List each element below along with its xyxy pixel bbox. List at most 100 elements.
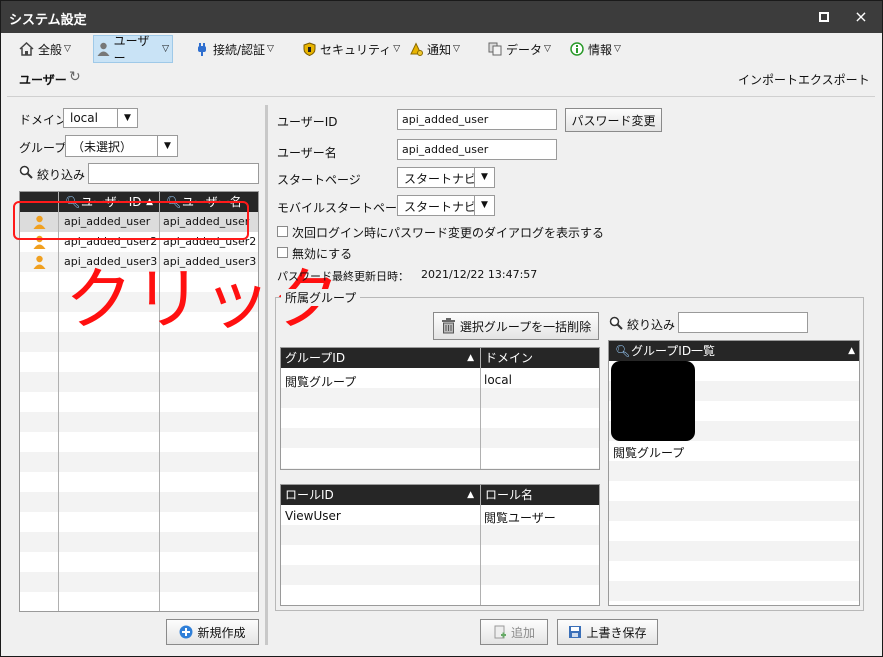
user-id-field[interactable]: api_added_user	[397, 109, 557, 130]
tab-users-label: ユーザー	[113, 34, 150, 65]
section-header: ユーザー ↻ インポート エクスポート	[1, 65, 882, 93]
search-icon	[609, 316, 623, 330]
tab-data-label: データ	[506, 42, 543, 57]
role-grid: ロールID ▲ ロール名 ViewUser 閲覧ユーザー	[280, 484, 600, 606]
start-page-select[interactable]: スタートナビ ▼	[397, 167, 495, 188]
home-icon	[19, 42, 34, 56]
mobile-start-page-label: モバイルスタートページ	[277, 201, 409, 215]
password-dialog-checkbox[interactable]	[277, 226, 288, 237]
close-button[interactable]: ×	[851, 7, 871, 27]
column-header-role-id[interactable]: ロールID ▲	[281, 485, 480, 505]
tab-general[interactable]: 全般 ▽	[16, 35, 74, 63]
group-filter-input[interactable]	[678, 312, 808, 333]
tab-connection-label: 接続/認証	[213, 42, 266, 57]
overwrite-save-button[interactable]: 上書き保存	[557, 619, 658, 645]
chevron-down-icon: ▽	[162, 44, 169, 54]
filter-label: 絞り込み	[37, 168, 86, 182]
chevron-down-icon: ▼	[474, 168, 494, 187]
disable-label: 無効にする	[292, 247, 353, 261]
new-user-button[interactable]: 新規作成	[166, 619, 259, 645]
column-header-role-name[interactable]: ロール名	[480, 485, 599, 505]
column-header-group-id[interactable]: グループID ▲	[281, 348, 480, 368]
tab-security-label: セキュリティ	[320, 42, 392, 57]
domain-value: local	[70, 111, 98, 125]
user-filter-input[interactable]	[88, 163, 259, 184]
chevron-down-icon: ▽	[64, 44, 71, 54]
add-doc-icon	[494, 625, 506, 639]
import-link[interactable]: インポート	[738, 71, 798, 88]
column-header-group-list[interactable]: 🔍︎ グループID一覧 ▲	[609, 341, 859, 361]
start-page-label: スタートページ	[277, 173, 361, 187]
maximize-icon	[819, 12, 829, 22]
mobile-start-page-select[interactable]: スタートナビ ▼	[397, 195, 495, 216]
tab-security[interactable]: セキュリティ ▽	[300, 35, 403, 63]
chevron-down-icon: ▽	[453, 44, 460, 54]
group-fieldset-legend: 所属グループ	[281, 289, 361, 306]
password-updated-label: パスワード最終更新日時：	[277, 270, 409, 283]
copy-icon	[488, 42, 502, 56]
tab-notification-label: 通知	[427, 42, 452, 57]
chevron-down-icon: ▼	[117, 109, 137, 127]
tab-users[interactable]: ユーザー ▽	[93, 34, 173, 65]
table-row[interactable]: ViewUser 閲覧ユーザー	[281, 506, 599, 526]
group-filter-label: 絞り込み	[627, 318, 676, 332]
trash-icon	[441, 318, 455, 334]
maximize-button[interactable]	[814, 7, 834, 27]
tab-notification[interactable]: 通知 ▽	[406, 35, 463, 63]
search-icon	[19, 165, 33, 179]
group-value: （未選択）	[72, 140, 133, 154]
divider	[7, 96, 875, 97]
group-select[interactable]: （未選択） ▼	[65, 135, 178, 157]
tab-info[interactable]: 情報 ▽	[567, 35, 624, 63]
user-icon	[97, 42, 110, 56]
domain-label: ドメイン	[19, 113, 68, 127]
list-item[interactable]: 閲覧グループ	[609, 441, 859, 461]
tab-info-label: 情報	[588, 42, 613, 57]
password-dialog-label: 次回ログイン時にパスワード変更のダイアログを表示する	[292, 226, 605, 240]
shield-icon	[303, 42, 316, 56]
chevron-down-icon: ▽	[544, 44, 551, 54]
add-button[interactable]: 追加	[480, 619, 548, 645]
tab-connection[interactable]: 接続/認証 ▽	[192, 35, 277, 63]
bell-icon	[410, 42, 423, 56]
title-bar: システム設定 ×	[1, 1, 882, 33]
save-icon	[569, 626, 582, 638]
sort-asc-icon: ▲	[848, 346, 855, 356]
change-password-button[interactable]: パスワード変更	[565, 108, 662, 132]
table-row[interactable]: 閲覧グループ local	[281, 370, 599, 390]
refresh-icon[interactable]: ↻	[69, 69, 81, 85]
sort-asc-icon: ▲	[467, 353, 474, 363]
password-updated-value: 2021/12/22 13:47:57	[421, 268, 538, 281]
chevron-down-icon: ▽	[614, 44, 621, 54]
tab-general-label: 全般	[38, 42, 63, 57]
add-icon	[179, 625, 193, 639]
splitter[interactable]	[265, 105, 268, 645]
user-name-label: ユーザー名	[277, 146, 337, 160]
chevron-down-icon: ▽	[393, 44, 401, 54]
sort-asc-icon: ▲	[467, 490, 474, 500]
redacted-region	[611, 361, 695, 441]
group-grid: グループID ▲ ドメイン 閲覧グループ local	[280, 347, 600, 470]
domain-select[interactable]: local ▼	[63, 108, 138, 128]
user-id-label: ユーザーID	[277, 115, 338, 129]
user-icon	[33, 255, 46, 269]
main-toolbar: 全般 ▽ ユーザー ▽ 接続/認証 ▽ セキュリティ ▽ 通知 ▽ データ ▽	[1, 33, 882, 65]
page-title: ユーザー	[19, 73, 67, 87]
export-link[interactable]: エクスポート	[798, 71, 870, 88]
chevron-down-icon: ▼	[474, 196, 494, 215]
plug-icon	[198, 43, 206, 56]
user-name-field[interactable]: api_added_user	[397, 139, 557, 160]
user-grid: 🔍︎ ユーザーID ▲ 🔍︎ ユーザー名 api_added_user api_…	[19, 191, 259, 612]
chevron-down-icon: ▼	[157, 136, 177, 156]
info-icon	[570, 42, 584, 56]
tab-data[interactable]: データ ▽	[485, 35, 554, 63]
group-label: グループ	[19, 141, 67, 155]
system-settings-window: システム設定 × 全般 ▽ ユーザー ▽ 接続/認証 ▽ セキュリティ ▽ 通知…	[0, 0, 883, 657]
bulk-delete-groups-button[interactable]: 選択グループを一括削除	[433, 312, 599, 340]
chevron-down-icon: ▽	[267, 44, 274, 54]
click-highlight-box	[13, 201, 249, 240]
disable-checkbox[interactable]	[277, 247, 288, 258]
window-title: システム設定	[9, 13, 87, 28]
search-icon: 🔍︎	[615, 344, 631, 358]
column-header-domain[interactable]: ドメイン	[480, 348, 599, 368]
